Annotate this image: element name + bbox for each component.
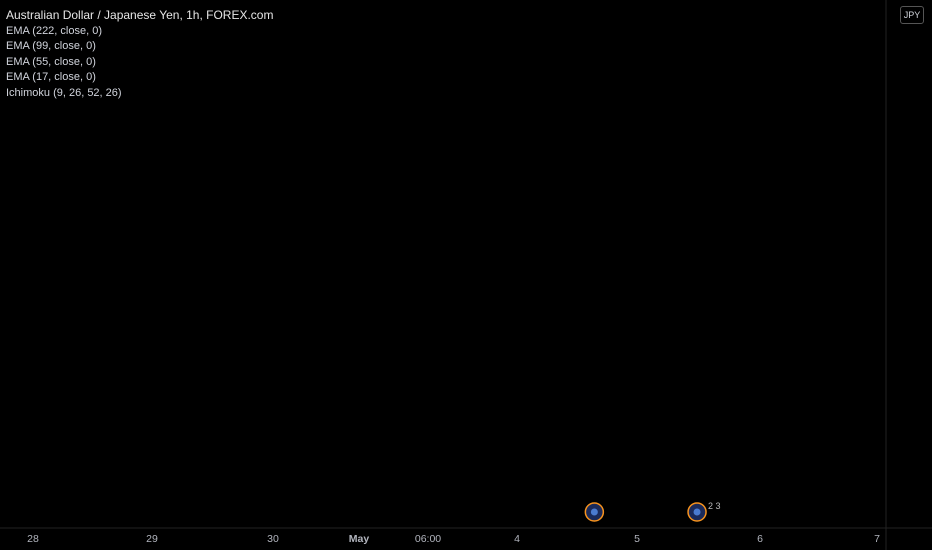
x-tick-label: 7 <box>874 533 880 545</box>
x-tick-label: 30 <box>267 533 279 545</box>
legend-ema-99[interactable]: EMA (99, close, 0) <box>6 39 273 55</box>
legend-ichimoku[interactable]: Ichimoku (9, 26, 52, 26) <box>6 86 273 102</box>
chart-title: Australian Dollar / Japanese Yen, 1h, FO… <box>6 8 274 22</box>
globe-icon <box>693 508 701 516</box>
globe-icon <box>590 508 598 516</box>
x-tick-label: 6 <box>757 533 763 545</box>
x-tick-label: 4 <box>514 533 520 545</box>
x-tick-label: May <box>349 533 370 545</box>
indicator-legend: Australian Dollar / Japanese Yen, 1h, FO… <box>6 8 273 101</box>
legend-ema-55[interactable]: EMA (55, close, 0) <box>6 55 273 71</box>
legend-ema-17[interactable]: EMA (17, close, 0) <box>6 70 273 86</box>
event-count: 2 3 <box>708 501 721 511</box>
x-tick-label: 28 <box>27 533 39 545</box>
x-tick-label: 06:00 <box>415 533 441 545</box>
currency-button[interactable]: JPY <box>900 6 924 24</box>
x-tick-label: 5 <box>634 533 640 545</box>
event-marker-0[interactable] <box>584 502 605 522</box>
x-tick-label: 29 <box>146 533 158 545</box>
legend-ema-222[interactable]: EMA (222, close, 0) <box>6 24 273 40</box>
